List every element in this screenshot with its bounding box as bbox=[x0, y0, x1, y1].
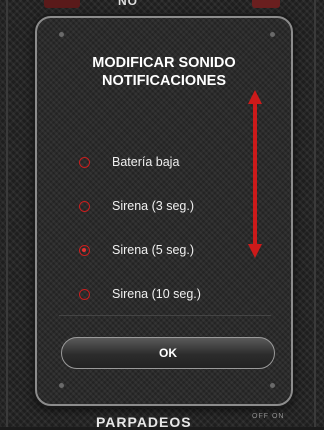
background-top-label: NO bbox=[118, 0, 138, 8]
top-left-indicator bbox=[44, 0, 80, 8]
option-bateria-baja[interactable]: Batería baja bbox=[75, 140, 275, 184]
dialog-title-line2: NOTIFICACIONES bbox=[101, 73, 227, 89]
screw-icon bbox=[59, 32, 64, 37]
background-toggle-label: OFF ON bbox=[252, 413, 285, 420]
radio-button-icon[interactable] bbox=[79, 288, 90, 300]
divider bbox=[59, 315, 271, 316]
screw-icon bbox=[59, 383, 64, 388]
notification-sound-dialog: MODIFICAR SONIDO NOTIFICACIONES Batería … bbox=[35, 16, 293, 406]
option-sirena-10[interactable]: Sirena (10 seg.) bbox=[75, 272, 275, 316]
dialog-title-line1: MODIFICAR SONIDO bbox=[92, 55, 236, 71]
option-label: Sirena (5 seg.) bbox=[112, 243, 194, 257]
option-label: Batería baja bbox=[112, 155, 180, 169]
sound-options-list: Batería baja Sirena (3 seg.) Sirena (5 s… bbox=[75, 140, 275, 316]
top-right-indicator bbox=[252, 0, 280, 8]
option-label: Sirena (10 seg.) bbox=[112, 287, 201, 301]
option-sirena-5[interactable]: Sirena (5 seg.) bbox=[75, 228, 275, 272]
dialog-title: MODIFICAR SONIDO NOTIFICACIONES bbox=[37, 54, 291, 90]
screw-icon bbox=[270, 32, 275, 37]
radio-button-icon[interactable] bbox=[79, 156, 90, 168]
option-sirena-3[interactable]: Sirena (3 seg.) bbox=[75, 184, 275, 228]
background-bottom-label: PARPADEOS bbox=[96, 414, 192, 430]
screw-icon bbox=[270, 383, 275, 388]
radio-button-icon[interactable] bbox=[79, 200, 90, 212]
radio-button-checked-icon[interactable] bbox=[79, 244, 90, 256]
option-label: Sirena (3 seg.) bbox=[112, 199, 194, 213]
ok-button[interactable]: OK bbox=[61, 337, 275, 369]
